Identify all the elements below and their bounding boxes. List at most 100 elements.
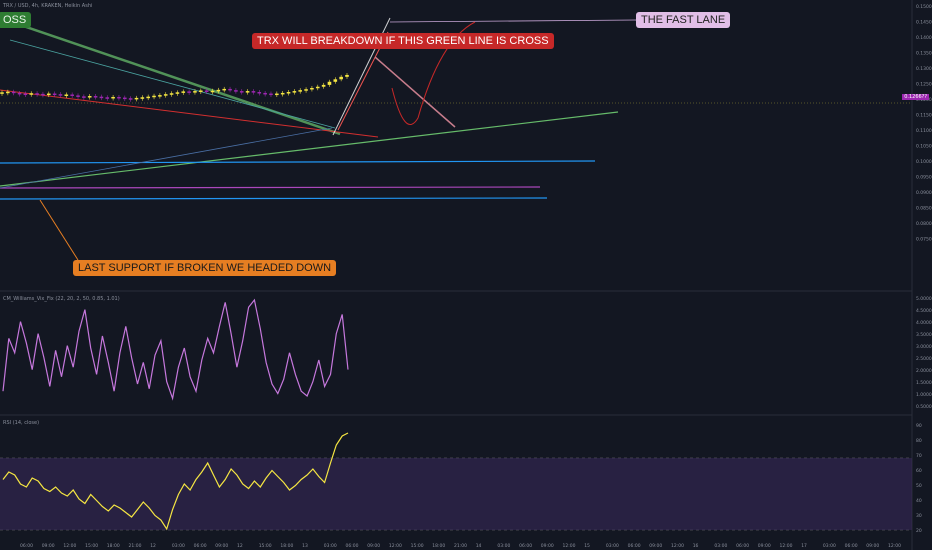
price-tick-label: 0.110000 xyxy=(916,128,932,134)
time-tick-label: 13 xyxy=(302,543,308,549)
candle-body xyxy=(93,96,98,98)
candle-body xyxy=(263,92,267,95)
time-tick-label: 21:00 xyxy=(454,543,467,549)
candle-body xyxy=(152,95,156,98)
time-tick-label: 12:00 xyxy=(780,543,793,549)
candle-body xyxy=(58,94,63,96)
rsi-tick-label: 40 xyxy=(916,498,922,504)
candle-body xyxy=(128,98,133,100)
candle-body xyxy=(122,97,127,100)
candle-body xyxy=(111,96,115,99)
time-tick-label: 12 xyxy=(237,543,243,549)
price-tick-label: 0.085000 xyxy=(916,206,932,212)
candle-body xyxy=(169,93,174,95)
time-tick-label: 09:00 xyxy=(541,543,554,549)
candle-body xyxy=(163,94,168,96)
candle-body xyxy=(327,81,332,85)
candle-body xyxy=(52,93,57,96)
price-tick-label: 0.145000 xyxy=(916,20,932,26)
time-tick-label: 06:00 xyxy=(736,543,749,549)
wvf-tick-label: 5.000000 xyxy=(916,296,932,302)
candle-body xyxy=(210,90,215,93)
price-tick-label: 0.130000 xyxy=(916,66,932,72)
candle-body xyxy=(158,95,162,97)
candle-body xyxy=(257,92,262,94)
time-tick-label: 21:00 xyxy=(129,543,142,549)
support-label[interactable]: LAST SUPPORT IF BROKEN WE HEADED DOWN xyxy=(73,260,337,276)
indicator2-title: RSI (14, close) xyxy=(3,420,40,426)
price-tick-label: 0.150000 xyxy=(916,4,932,10)
candle-body xyxy=(64,94,69,96)
wvf-tick-label: 3.500000 xyxy=(916,332,932,338)
time-tick-label: 12 xyxy=(150,543,156,549)
breakdown-label[interactable]: TRX WILL BREAKDOWN IF THIS GREEN LINE IS… xyxy=(252,33,554,49)
fast-lane-connector xyxy=(389,19,637,23)
time-tick-label: 12:00 xyxy=(671,543,684,549)
candle-body xyxy=(82,96,86,98)
support-arrow xyxy=(39,199,79,261)
time-tick-label: 15 xyxy=(584,543,590,549)
candle-body xyxy=(181,91,186,93)
candle-body xyxy=(275,93,279,96)
candle-body xyxy=(310,87,314,90)
candle-body xyxy=(239,91,244,93)
time-tick-label: 12:00 xyxy=(888,543,901,549)
symbol-line: TRX / USD, 4h, KRAKEN, Heikin Ashi xyxy=(3,3,93,9)
time-tick-label: 15:00 xyxy=(411,543,424,549)
thin-teal-diagonal xyxy=(9,39,336,129)
candle-body xyxy=(292,91,297,93)
rsi-tick-label: 90 xyxy=(916,423,922,429)
candle-body xyxy=(251,91,256,93)
rsi-tick-label: 60 xyxy=(916,468,922,474)
time-tick-label: 12:00 xyxy=(563,543,576,549)
time-tick-label: 06:00 xyxy=(519,543,532,549)
wvf-tick-label: 2.500000 xyxy=(916,356,932,362)
price-tick-label: 0.105000 xyxy=(916,144,932,150)
time-tick-label: 03:00 xyxy=(823,543,836,549)
price-tick-label: 0.090000 xyxy=(916,190,932,196)
rsi-band xyxy=(0,458,912,530)
fast-lane-label[interactable]: THE FAST LANE xyxy=(636,12,731,28)
price-tick-label: 0.095000 xyxy=(916,175,932,181)
candle-body xyxy=(11,91,16,94)
candle-body xyxy=(298,90,303,92)
wvf-tick-label: 1.500000 xyxy=(916,380,932,386)
time-tick-label: 03:00 xyxy=(714,543,727,549)
candle-body xyxy=(99,96,104,99)
time-tick-label: 03:00 xyxy=(324,543,337,549)
time-tick-label: 03:00 xyxy=(606,543,619,549)
candle-body xyxy=(70,94,74,96)
candle-body xyxy=(199,90,203,92)
candle-body xyxy=(23,93,28,96)
price-tick-label: 0.125000 xyxy=(916,82,932,88)
thin-blue-diagonal xyxy=(0,127,333,189)
candle-body xyxy=(315,86,320,89)
time-tick-label: 09:00 xyxy=(649,543,662,549)
candle-body xyxy=(204,90,209,92)
candle-body xyxy=(245,91,250,93)
wvf-tick-label: 4.000000 xyxy=(916,320,932,326)
wvf-tick-label: 2.000000 xyxy=(916,368,932,374)
rsi-tick-label: 20 xyxy=(916,528,922,534)
time-tick-label: 18:00 xyxy=(107,543,120,549)
time-tick-label: 12:00 xyxy=(389,543,402,549)
candle-body xyxy=(117,96,121,99)
time-tick-label: 15:00 xyxy=(259,543,272,549)
candle-body xyxy=(286,92,291,94)
blue-horizontal-line xyxy=(0,160,596,164)
time-tick-label: 18:00 xyxy=(280,543,293,549)
candle-body xyxy=(304,89,308,91)
price-badge: 0.1266?? xyxy=(902,94,929,100)
candle-body xyxy=(216,89,221,92)
wvf-line xyxy=(2,298,349,401)
price-tick-label: 0.075000 xyxy=(916,237,932,243)
candle-body xyxy=(228,88,232,91)
candle-body xyxy=(6,91,10,94)
time-tick-label: 09:00 xyxy=(42,543,55,549)
candle-body xyxy=(187,91,191,93)
time-tick-label: 06:00 xyxy=(20,543,33,549)
trendlines xyxy=(0,16,637,261)
cross-tag-label[interactable]: OSS xyxy=(0,12,32,28)
candle-body xyxy=(146,96,150,99)
time-tick-label: 17 xyxy=(801,543,807,549)
